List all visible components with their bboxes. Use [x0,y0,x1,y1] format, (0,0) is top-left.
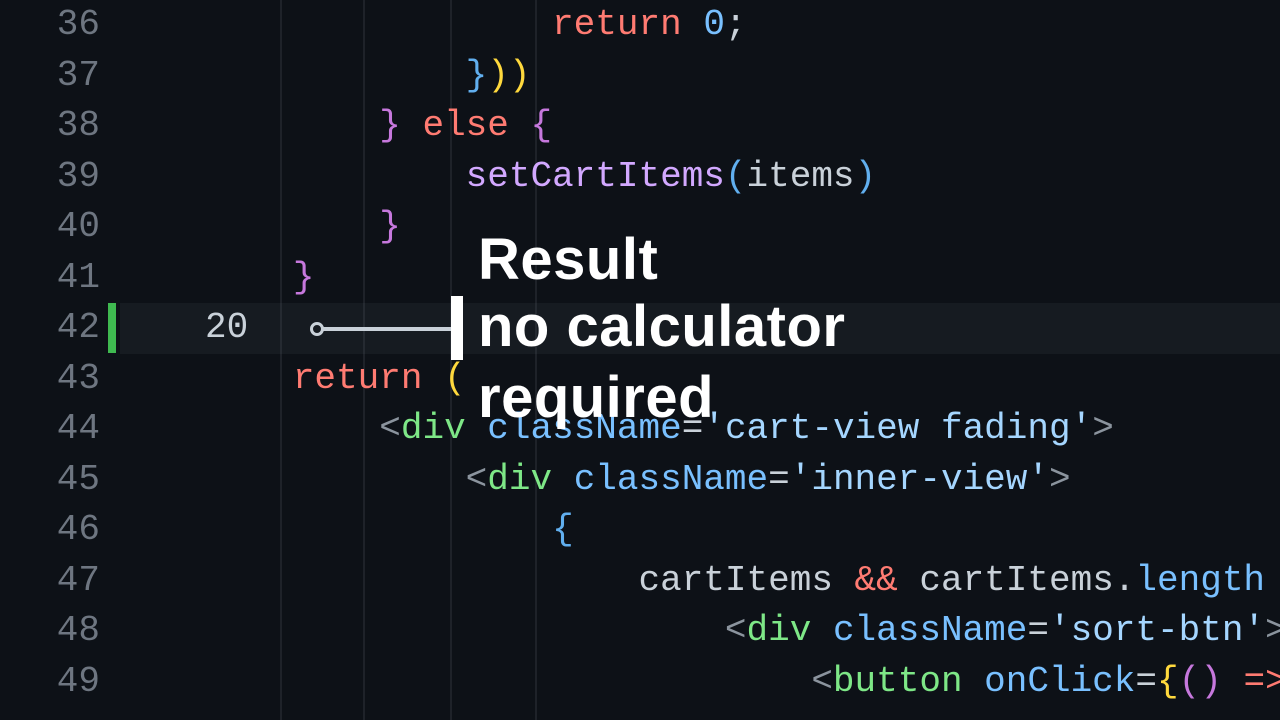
string-literal: sort-btn [1071,610,1244,651]
jsx-tag: div [487,459,552,500]
line-number: 41 [0,253,108,304]
jsx-angle: < [725,610,747,651]
jsx-expression-brace: { [1157,661,1179,702]
line-number: 49 [0,657,108,708]
line-number: 38 [0,101,108,152]
jsx-attr: onClick [984,661,1135,702]
line-number: 36 [0,0,108,51]
paren: ( [444,358,466,399]
paren: ) [509,55,531,96]
jsx-attr: className [833,610,1027,651]
result-connector [310,322,452,336]
brace: } [293,257,315,298]
keyword-return: return [293,358,423,399]
identifier: cartItems [638,560,832,601]
git-change-bar [108,0,120,720]
jsx-tag: div [401,408,466,449]
inline-result-value: 20 [120,303,248,354]
code-line[interactable]: { [120,505,1280,556]
code-line[interactable]: <div className='inner-view'> [120,455,1280,506]
jsx-tag: div [747,610,812,651]
line-number: 46 [0,505,108,556]
code-line[interactable]: setCartItems(items) [120,152,1280,203]
line-number: 45 [0,455,108,506]
paren: ) [855,156,877,197]
line-number: 42 [0,303,108,354]
line-number: 37 [0,51,108,102]
git-addition-mark [108,303,116,353]
jsx-angle: < [466,459,488,500]
code-line[interactable]: } else { [120,101,1280,152]
jsx-angle: > [1265,610,1280,651]
number-literal: 0 [703,4,725,45]
string-literal: inner-view [811,459,1027,500]
overlay-subtitle-line2: required [478,363,845,434]
jsx-attr: className [574,459,768,500]
operator: && [855,560,898,601]
line-number: 39 [0,152,108,203]
jsx-tag: button [833,661,963,702]
property: length [1135,560,1265,601]
function-call: setCartItems [466,156,725,197]
identifier: items [747,156,855,197]
brace: { [531,105,553,146]
line-number: 40 [0,202,108,253]
line-number: 48 [0,606,108,657]
jsx-angle: > [1049,459,1071,500]
code-line[interactable]: cartItems && cartItems.length > 0 [120,556,1280,607]
line-number: 44 [0,404,108,455]
brace: } [379,206,401,247]
line-number: 43 [0,354,108,405]
paren: ( [725,156,747,197]
result-overlay: Result no calculator required [478,228,845,433]
code-line[interactable]: <div className='sort-btn'> [120,606,1280,657]
paren: ) [1200,661,1222,702]
overlay-title: Result [478,228,845,292]
code-line[interactable]: return 0; [120,0,1280,51]
keyword-return: return [552,4,682,45]
connector-line-icon [322,327,452,331]
jsx-angle: < [811,661,833,702]
code-line[interactable]: })) [120,51,1280,102]
arrow: => [1243,661,1280,702]
jsx-angle: < [379,408,401,449]
jsx-expression-brace: { [552,509,574,550]
line-number: 47 [0,556,108,607]
paren: ( [1179,661,1201,702]
text-cursor-icon [451,296,463,360]
code-line[interactable]: <button onClick={() => { [120,657,1280,708]
overlay-subtitle-line1: no calculator [478,292,845,363]
brace: } [379,105,401,146]
paren: ) [487,55,509,96]
line-number-gutter: 3637383940414243444546474849 [0,0,108,720]
identifier: cartItems [919,560,1113,601]
keyword-else: else [422,105,508,146]
brace: } [466,55,488,96]
jsx-angle: > [1092,408,1114,449]
